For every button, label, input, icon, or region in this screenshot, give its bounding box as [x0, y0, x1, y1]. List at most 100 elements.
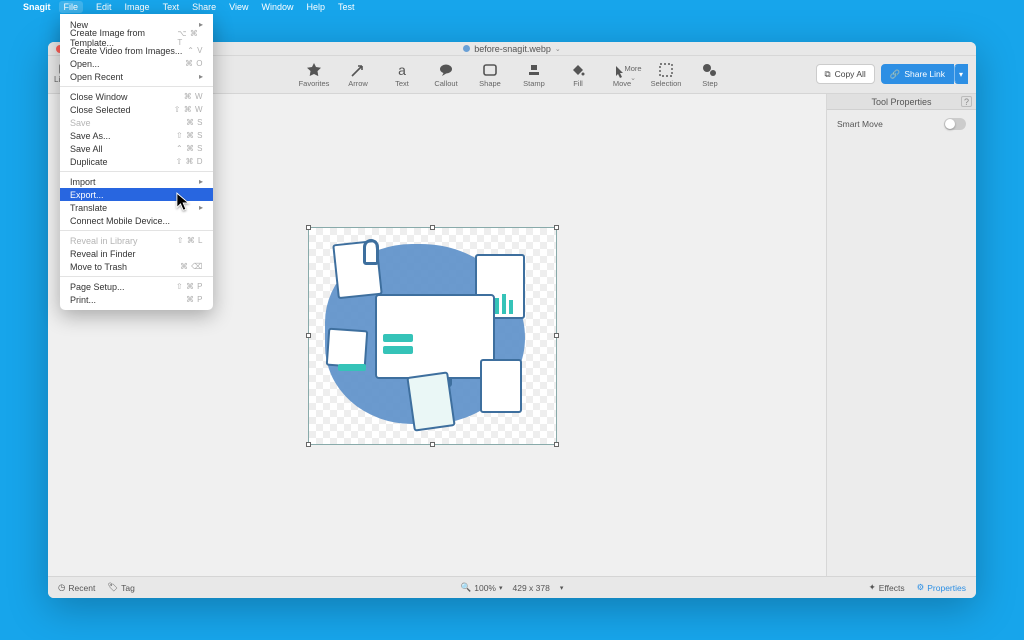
favorites-icon	[306, 62, 322, 78]
menu-item-open[interactable]: Open... ⌘ O	[60, 57, 213, 70]
resize-handle[interactable]	[430, 442, 435, 447]
shortcut: ⌘ ⌫	[180, 262, 203, 271]
menu-separator	[60, 86, 213, 87]
copy-all-button[interactable]: ⧉ Copy All	[816, 64, 875, 84]
menu-item-label: Create Video from Images...	[70, 46, 182, 56]
menu-separator	[60, 171, 213, 172]
share-label: Share Link	[904, 69, 945, 79]
menu-item-close-selected[interactable]: Close Selected⇧ ⌘ W	[60, 103, 213, 116]
menu-item-label: Save	[70, 118, 91, 128]
shortcut: ⌘ O	[185, 59, 203, 68]
menubar-file[interactable]: File	[59, 1, 84, 13]
resize-handle[interactable]	[306, 333, 311, 338]
smart-move-row: Smart Move	[827, 110, 976, 138]
menu-item-reveal-in-library: Reveal in Library⇧ ⌘ L	[60, 234, 213, 247]
effects-button[interactable]: ✦Effects	[869, 582, 905, 593]
canvas-content	[315, 234, 550, 438]
menu-item-label: Save All	[70, 144, 103, 154]
dimensions-readout: 429 x 378	[513, 583, 550, 593]
more-tools[interactable]: More ⌄	[620, 64, 646, 82]
tool-label: Shape	[479, 79, 501, 88]
resize-handle[interactable]	[430, 225, 435, 230]
properties-label: Properties	[927, 583, 966, 593]
menubar-window[interactable]: Window	[261, 2, 293, 12]
shortcut: ⌘ S	[186, 118, 203, 127]
menu-item-save-all[interactable]: Save All⌃ ⌘ S	[60, 142, 213, 155]
shortcut: ⇧ ⌘ P	[176, 282, 203, 291]
resize-handle[interactable]	[554, 442, 559, 447]
help-icon[interactable]: ?	[961, 96, 972, 107]
tool-strip: Favorites Arrow aText Callout Shape Stamp Fill…	[297, 62, 727, 88]
menu-item-export[interactable]: Export...	[60, 188, 213, 201]
mac-menubar: Snagit File Edit Image Text Share View W…	[0, 0, 1024, 14]
chevron-right-icon: ▸	[199, 177, 203, 186]
menu-item-label: Connect Mobile Device...	[70, 216, 170, 226]
menu-item-page-setup[interactable]: Page Setup...⇧ ⌘ P	[60, 280, 213, 293]
menu-item-duplicate[interactable]: Duplicate⇧ ⌘ D	[60, 155, 213, 168]
menu-item-connect-mobile-device[interactable]: Connect Mobile Device...	[60, 214, 213, 227]
menu-item-label: Reveal in Library	[70, 236, 138, 246]
menubar-share[interactable]: Share	[192, 2, 216, 12]
menu-item-label: Open...	[70, 59, 100, 69]
document-title: before-snagit.webp ⌄	[463, 44, 560, 54]
menubar-image[interactable]: Image	[125, 2, 150, 12]
shortcut: ⇧ ⌘ S	[176, 131, 203, 140]
gear-icon: ⚙	[917, 582, 925, 593]
tool-step[interactable]: Step	[693, 62, 727, 88]
tool-label: Favorites	[299, 79, 330, 88]
menu-item-import[interactable]: Import▸	[60, 175, 213, 188]
shape-icon	[482, 62, 498, 78]
menu-item-create-video-from-images[interactable]: Create Video from Images...⌃ V	[60, 44, 213, 57]
resize-handle[interactable]	[306, 442, 311, 447]
zoom-control[interactable]: 🔍100%▾	[461, 582, 503, 593]
zoom-value: 100%	[474, 583, 496, 593]
tool-favorites[interactable]: Favorites	[297, 62, 331, 88]
document-title-text: before-snagit.webp	[474, 44, 551, 54]
menubar-view[interactable]: View	[229, 2, 248, 12]
menu-item-label: Open Recent	[70, 72, 123, 82]
menu-item-create-image-from-template[interactable]: Create Image from Template...⌥ ⌘ T	[60, 31, 213, 44]
menu-item-save: Save ⌘ S	[60, 116, 213, 129]
tool-fill[interactable]: Fill	[561, 62, 595, 88]
tool-stamp[interactable]: Stamp	[517, 62, 551, 88]
image-canvas[interactable]	[308, 227, 557, 445]
menubar-test[interactable]: Test	[338, 2, 355, 12]
menu-item-save-as[interactable]: Save As...⇧ ⌘ S	[60, 129, 213, 142]
file-menu[interactable]: New▸Create Image from Template...⌥ ⌘ TCr…	[60, 14, 213, 310]
chevron-down-icon[interactable]: ▾	[560, 584, 564, 592]
tool-callout[interactable]: Callout	[429, 62, 463, 88]
menu-item-reveal-in-finder[interactable]: Reveal in Finder	[60, 247, 213, 260]
menu-item-label: Translate	[70, 203, 107, 213]
menu-item-move-to-trash[interactable]: Move to Trash⌘ ⌫	[60, 260, 213, 273]
menu-item-label: Print...	[70, 295, 96, 305]
properties-button[interactable]: ⚙Properties	[917, 582, 966, 593]
chevron-down-icon: ▾	[499, 584, 503, 592]
menu-item-translate[interactable]: Translate▸	[60, 201, 213, 214]
menubar-text[interactable]: Text	[163, 2, 180, 12]
tool-shape[interactable]: Shape	[473, 62, 507, 88]
tag-button[interactable]: 🏷Tag	[107, 582, 135, 593]
menubar-app[interactable]: Snagit	[23, 2, 51, 12]
recent-button[interactable]: ◷Recent	[58, 582, 95, 593]
menu-item-open-recent[interactable]: Open Recent▸	[60, 70, 213, 83]
menu-item-close-window[interactable]: Close Window⌘ W	[60, 90, 213, 103]
tool-selection[interactable]: Selection	[649, 62, 683, 88]
shortcut: ⇧ ⌘ D	[176, 157, 203, 166]
resize-handle[interactable]	[554, 225, 559, 230]
menu-separator	[60, 230, 213, 231]
chevron-down-icon[interactable]: ⌄	[555, 45, 561, 53]
tool-label: Selection	[651, 79, 682, 88]
tool-arrow[interactable]: Arrow	[341, 62, 375, 88]
resize-handle[interactable]	[554, 333, 559, 338]
resize-handle[interactable]	[306, 225, 311, 230]
smart-move-toggle[interactable]	[944, 118, 966, 130]
menu-item-print[interactable]: Print...⌘ P	[60, 293, 213, 306]
tool-text[interactable]: aText	[385, 62, 419, 88]
menubar-help[interactable]: Help	[306, 2, 325, 12]
share-link-button[interactable]: 🔗 Share Link	[881, 64, 954, 84]
shortcut: ⇧ ⌘ W	[174, 105, 203, 114]
share-dropdown[interactable]: ▾	[954, 64, 968, 84]
panel-title: Tool Properties	[871, 97, 931, 107]
menubar-edit[interactable]: Edit	[96, 2, 112, 12]
recent-label: Recent	[68, 583, 95, 593]
